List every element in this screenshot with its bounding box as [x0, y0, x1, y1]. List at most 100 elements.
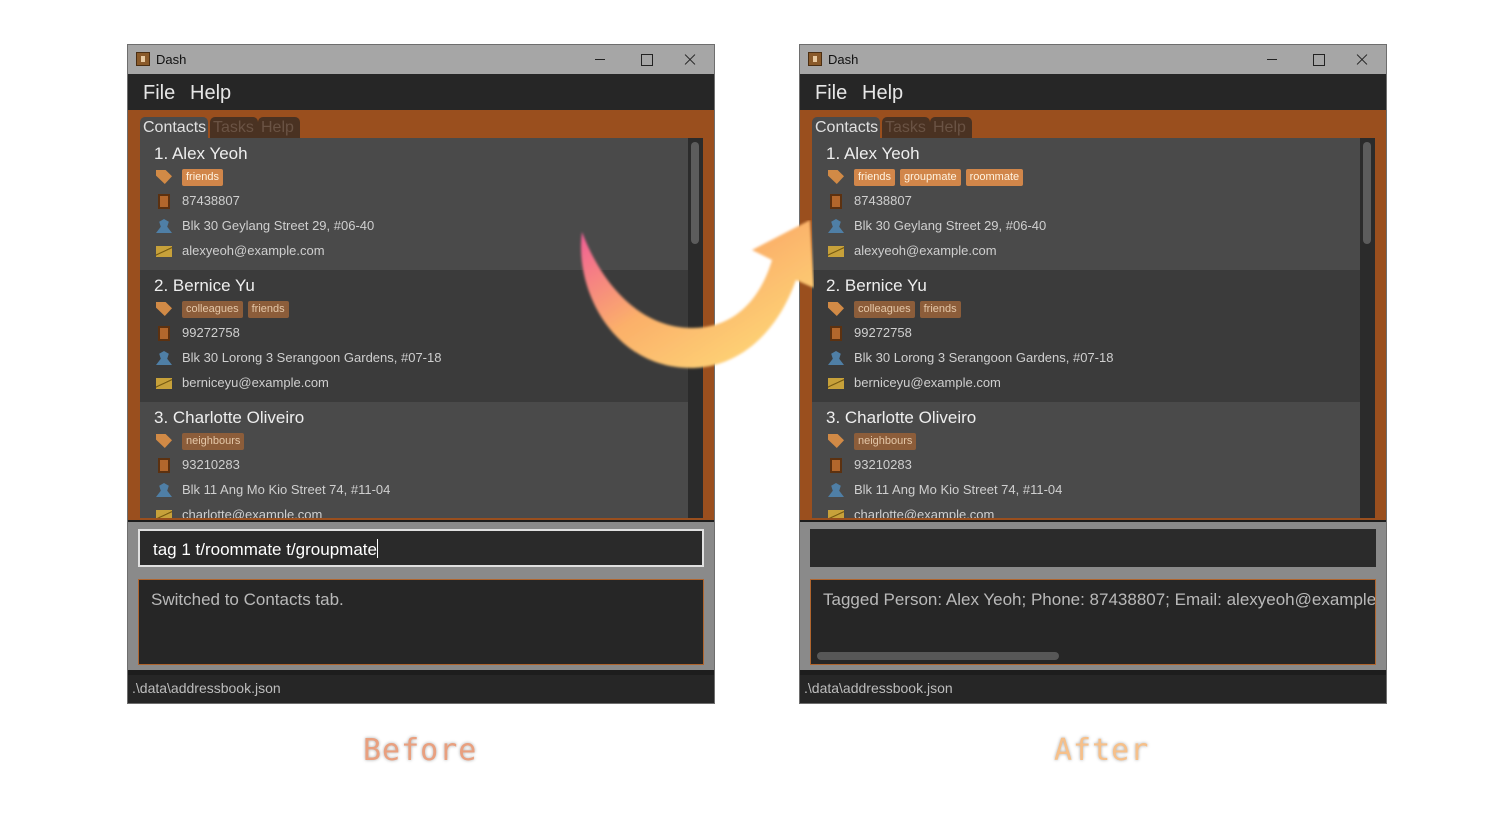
- result-display[interactable]: Tagged Person: Alex Yeoh; Phone: 8743880…: [810, 579, 1376, 665]
- result-scrollbar[interactable]: [817, 652, 1059, 660]
- menu-bar: File Help: [800, 74, 1386, 110]
- contact-card[interactable]: 3. Charlotte Oliveiro neighbours 9321028…: [812, 402, 1360, 518]
- contact-name: 1. Alex Yeoh: [154, 144, 248, 163]
- tag-list: neighbours: [854, 431, 921, 450]
- tab-contacts[interactable]: Contacts: [140, 117, 208, 139]
- address-icon: [828, 483, 844, 497]
- menu-help[interactable]: Help: [862, 82, 903, 105]
- tag: friends: [182, 169, 224, 186]
- email: charlotte@example.com: [854, 507, 995, 518]
- tag-list: colleagues friends: [182, 299, 294, 318]
- menu-file[interactable]: File: [143, 82, 175, 105]
- contact-list[interactable]: 1. Alex Yeoh friends groupmate roommate 87…: [812, 138, 1375, 518]
- contact-card[interactable]: 2. Bernice Yu colleagues friends 99272758…: [812, 270, 1360, 402]
- tab-tasks[interactable]: Tasks: [210, 117, 258, 139]
- tag: friends: [919, 301, 961, 318]
- address-icon: [828, 219, 844, 233]
- phone: 99272758: [182, 325, 240, 340]
- tab-contacts[interactable]: Contacts: [812, 117, 880, 139]
- tab-tasks[interactable]: Tasks: [882, 117, 930, 139]
- curved-arrow-icon: [580, 220, 814, 369]
- title-bar: Dash: [800, 45, 1386, 74]
- result-area: Tagged Person: Alex Yeoh; Phone: 8743880…: [800, 573, 1386, 670]
- command-area: [800, 522, 1386, 573]
- phone-icon: [158, 194, 170, 209]
- email-icon: [828, 246, 844, 257]
- contact-name: 2. Bernice Yu: [826, 276, 927, 295]
- menu-file[interactable]: File: [815, 82, 847, 105]
- tag-list: colleagues friends: [854, 299, 966, 318]
- phone-icon: [158, 458, 170, 473]
- phone: 87438807: [854, 193, 912, 208]
- menu-help[interactable]: Help: [190, 82, 231, 105]
- tag-list: friends: [182, 167, 228, 186]
- command-text: tag 1 t/roommate t/groupmate: [153, 540, 377, 559]
- address: Blk 11 Ang Mo Kio Street 74, #11-04: [854, 482, 1063, 497]
- result-text: Tagged Person: Alex Yeoh; Phone: 8743880…: [823, 590, 1376, 609]
- status-bar: .\data\addressbook.json: [128, 675, 714, 703]
- email-icon: [828, 378, 844, 389]
- tag-icon: [156, 170, 172, 184]
- phone-icon: [830, 194, 842, 209]
- minimize-icon[interactable]: [590, 49, 610, 69]
- tag-icon: [156, 434, 172, 448]
- close-icon[interactable]: [680, 49, 700, 69]
- email-icon: [156, 378, 172, 389]
- tag: roommate: [965, 169, 1024, 186]
- list-scrollbar[interactable]: [1361, 140, 1373, 516]
- phone-icon: [830, 326, 842, 341]
- minimize-icon[interactable]: [1262, 49, 1282, 69]
- command-input[interactable]: tag 1 t/roommate t/groupmate: [138, 529, 704, 567]
- close-icon[interactable]: [1352, 49, 1372, 69]
- email-icon: [828, 510, 844, 518]
- result-display[interactable]: Switched to Contacts tab.: [138, 579, 704, 665]
- tab-help[interactable]: Help: [258, 117, 300, 139]
- tag: friends: [247, 301, 289, 318]
- address: Blk 11 Ang Mo Kio Street 74, #11-04: [182, 482, 391, 497]
- tag-icon: [828, 434, 844, 448]
- tag: colleagues: [854, 301, 915, 318]
- text-cursor: [376, 539, 378, 558]
- tag: neighbours: [182, 433, 245, 450]
- tag-list: friends groupmate roommate: [854, 167, 1028, 186]
- command-area: tag 1 t/roommate t/groupmate: [128, 522, 714, 573]
- address-icon: [156, 219, 172, 233]
- phone: 87438807: [182, 193, 240, 208]
- phone: 93210283: [854, 457, 912, 472]
- email: berniceyu@example.com: [854, 375, 1001, 390]
- window-title: Dash: [828, 52, 859, 67]
- tab-pane: Contacts Tasks Help 1. Alex Yeoh friends…: [800, 110, 1386, 520]
- phone-icon: [830, 458, 842, 473]
- tab-help[interactable]: Help: [930, 117, 972, 139]
- contact-name: 2. Bernice Yu: [154, 276, 255, 295]
- address-icon: [156, 351, 172, 365]
- caption-after: After: [1054, 733, 1150, 768]
- caption-before: Before: [363, 733, 478, 768]
- tag: groupmate: [900, 169, 961, 186]
- phone-icon: [158, 326, 170, 341]
- email: alexyeoh@example.com: [854, 243, 997, 258]
- result-text: Switched to Contacts tab.: [151, 590, 344, 609]
- contact-name: 3. Charlotte Oliveiro: [154, 408, 305, 427]
- contact-card[interactable]: 1. Alex Yeoh friends groupmate roommate 87…: [812, 138, 1360, 270]
- tag-icon: [156, 302, 172, 316]
- address: Blk 30 Lorong 3 Serangoon Gardens, #07-1…: [182, 350, 442, 365]
- contact-card[interactable]: 3. Charlotte Oliveiro neighbours 9321028…: [140, 402, 688, 518]
- email: charlotte@example.com: [182, 507, 323, 518]
- maximize-icon[interactable]: [1308, 49, 1328, 69]
- scrollbar-thumb[interactable]: [1363, 142, 1371, 244]
- address: Blk 30 Geylang Street 29, #06-40: [854, 218, 1047, 233]
- tag-icon: [828, 170, 844, 184]
- result-area: Switched to Contacts tab.: [128, 573, 714, 670]
- title-bar: Dash: [128, 45, 714, 74]
- command-input[interactable]: [810, 529, 1376, 567]
- tag-icon: [828, 302, 844, 316]
- window-after: Dash File Help Contacts Tasks Help 1. Al…: [799, 44, 1387, 704]
- contact-name: 1. Alex Yeoh: [826, 144, 920, 163]
- maximize-icon[interactable]: [636, 49, 656, 69]
- email-icon: [156, 510, 172, 518]
- email: berniceyu@example.com: [182, 375, 329, 390]
- email: alexyeoh@example.com: [182, 243, 325, 258]
- phone: 99272758: [854, 325, 912, 340]
- phone: 93210283: [182, 457, 240, 472]
